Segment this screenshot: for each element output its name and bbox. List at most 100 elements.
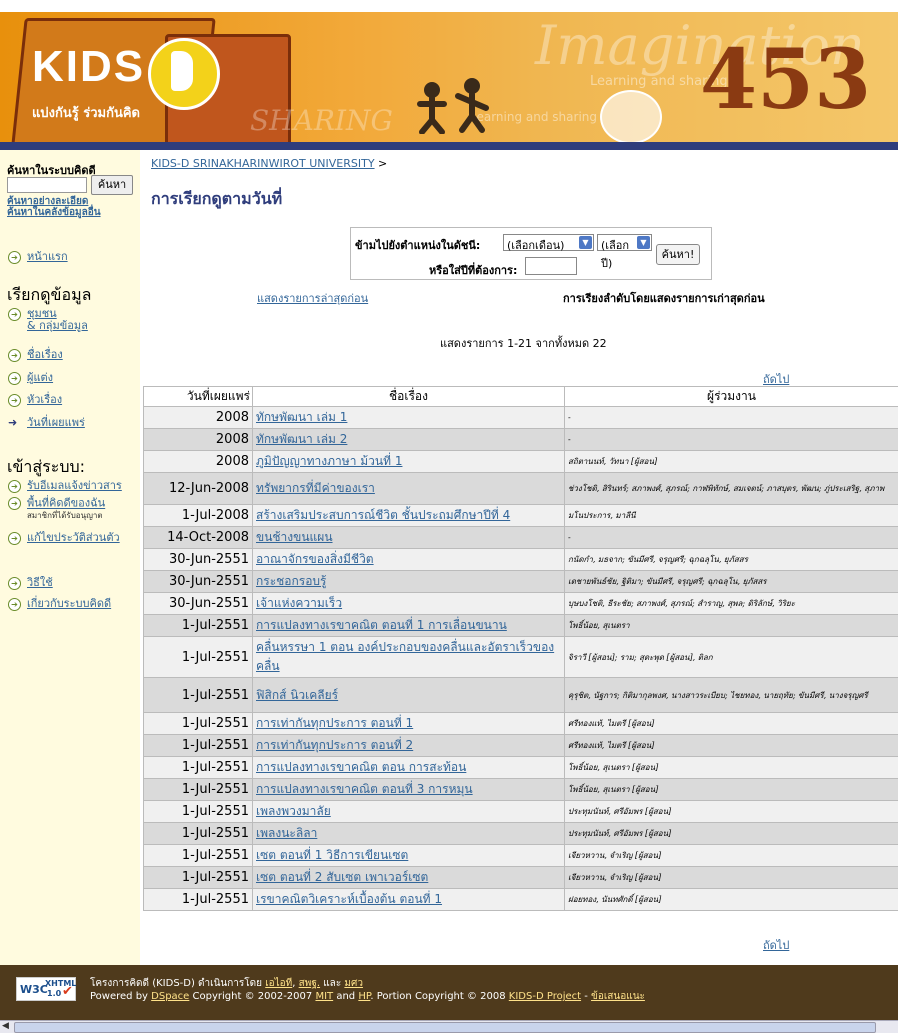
- item-title-link[interactable]: ทรัพยากรที่มีค่าของเรา: [256, 481, 375, 495]
- item-title-link[interactable]: เพลงนะลิลา: [256, 826, 317, 840]
- sidebar-myspace-link[interactable]: พื้นที่คิดดีของฉัน: [27, 497, 105, 510]
- sidebar-alerts-link[interactable]: รับอีเมลแจ้งข่าวสาร: [27, 479, 122, 492]
- sidebar-item-profile[interactable]: ➔ แก้ไขประวัติส่วนตัว: [8, 528, 120, 546]
- month-select[interactable]: (เลือกเดือน) ▼: [503, 234, 594, 251]
- sidebar-help-link[interactable]: วิธีใช้: [27, 576, 53, 589]
- item-title-link[interactable]: การแปลงทางเรขาคณิต ตอนที่ 3 การหมุน: [256, 782, 473, 796]
- sidebar-item-titles[interactable]: ➔ชื่อเรื่อง: [8, 345, 63, 363]
- sidebar-dates-link[interactable]: วันที่เผยแพร่: [27, 416, 85, 429]
- item-title-link[interactable]: การเท่ากันทุกประการ ตอนที่ 2: [256, 738, 413, 752]
- cell-contributors: ประทุมนันท์, ศรีอัมพร [ผู้สอน]: [565, 801, 898, 823]
- sidebar-communities-link-2[interactable]: & กลุ่มข้อมูล: [27, 319, 88, 332]
- item-title-link[interactable]: อาณาจักรของสิ่งมีชีวิต: [256, 552, 374, 566]
- footer-link-hp[interactable]: HP: [358, 991, 370, 1002]
- table-row: 1-Jul-2551การเท่ากันทุกประการ ตอนที่ 1ศร…: [144, 713, 898, 735]
- table-row: 2008ภูมิปัญญาทางภาษา ม้วนที่ 1สถิตานนท์,…: [144, 451, 898, 473]
- col-header-contrib[interactable]: ผู้ร่วมงาน: [565, 387, 898, 407]
- item-title-link[interactable]: การแปลงทางเรขาคณิต ตอนที่ 1 การเลื่อนขนา…: [256, 618, 507, 632]
- jump-label: ข้ามไปยังตำแหน่งในดัชนี:: [355, 236, 480, 254]
- breadcrumb-link[interactable]: KIDS-D SRINAKHARINWIROT UNIVERSITY: [151, 157, 375, 170]
- sidebar-authors-link[interactable]: ผู้แต่ง: [27, 371, 53, 384]
- item-title-link[interactable]: เพลงพวงมาลัย: [256, 804, 331, 818]
- item-title-link[interactable]: คลื่นหรรษา 1 ตอน องค์ประกอบของคลื่นและอั…: [256, 640, 554, 673]
- cell-contributors: ศรีทองแท้, ไมตรี [ผู้สอน]: [565, 713, 898, 735]
- sidebar-profile-link[interactable]: แก้ไขประวัติส่วนตัว: [27, 531, 120, 544]
- sidebar-titles-link[interactable]: ชื่อเรื่อง: [27, 348, 63, 361]
- footer-link-feedback[interactable]: ข้อเสนอแนะ: [591, 991, 645, 1002]
- item-title-link[interactable]: เซต ตอนที่ 1 วิธีการเขียนเซต: [256, 848, 408, 862]
- footer-link-dspace[interactable]: DSpace: [151, 991, 189, 1002]
- item-title-link[interactable]: ขนช้างขนแผน: [256, 530, 333, 544]
- cell-contributors: มโนประการ, มาลีนี: [565, 505, 898, 527]
- cell-title: เรขาคณิตวิเคราะห์เบื้องต้น ตอนที่ 1: [253, 889, 565, 911]
- sidebar-item-communities[interactable]: ➔ชุมชน& กลุ่มข้อมูล: [8, 308, 88, 332]
- item-title-link[interactable]: เจ้าแห่งความเร็ว: [256, 596, 342, 610]
- col-header-title[interactable]: ชื่อเรื่อง: [253, 387, 565, 407]
- table-row: 30-Jun-2551เจ้าแห่งความเร็วบุษบงโชติ, ธี…: [144, 593, 898, 615]
- table-row: 1-Jul-2551เซต ตอนที่ 1 วิธีการเขียนเซตเจ…: [144, 845, 898, 867]
- item-title-link[interactable]: ฟิสิกส์ นิวเคลียร์: [256, 688, 338, 702]
- sidebar-item-alerts[interactable]: ➔รับอีเมลแจ้งข่าวสาร: [8, 476, 122, 494]
- horizontal-scrollbar[interactable]: ◀: [0, 1020, 898, 1033]
- next-page-link-bottom[interactable]: ถัดไป: [763, 936, 789, 954]
- site-banner[interactable]: KIDS แบ่งกันรู้ ร่วมกันคิด Imagination L…: [0, 12, 898, 142]
- sidebar-item-myspace[interactable]: ➔พื้นที่คิดดีของฉัน สมาชิกที่ได้รับอนุญา…: [8, 497, 105, 522]
- sidebar-home-link[interactable]: หน้าแรก: [27, 250, 68, 263]
- arrow-circle-icon: ➔: [8, 532, 21, 545]
- sidebar-item-dates[interactable]: ➜วันที่เผยแพร่: [8, 413, 85, 431]
- arrow-circle-icon: ➔: [8, 497, 21, 510]
- go-button[interactable]: ค้นหา!: [656, 244, 700, 265]
- col-header-date[interactable]: วันที่เผยแพร่: [144, 387, 253, 407]
- item-title-link[interactable]: เรขาคณิตวิเคราะห์เบื้องต้น ตอนที่ 1: [256, 892, 442, 906]
- year-select-value: (เลือกปี): [601, 239, 629, 270]
- year-input[interactable]: [525, 257, 577, 275]
- footer-link-ait[interactable]: เอไอที: [265, 978, 292, 989]
- sidebar-item-home[interactable]: ➔ หน้าแรก: [8, 247, 68, 265]
- latest-first-link[interactable]: แสดงรายการล่าสุดก่อน: [257, 289, 368, 307]
- item-title-link[interactable]: สร้างเสริมประสบการณ์ชีวิต ชั้นประถมศึกษา…: [256, 508, 510, 522]
- sidebar-search-button[interactable]: ค้นหา: [91, 175, 133, 195]
- w3c-xhtml-badge[interactable]: W3C XHTML 1.0 ✔: [16, 977, 76, 1001]
- footer-link-mit[interactable]: MIT: [315, 991, 333, 1002]
- scrollbar-thumb[interactable]: [14, 1022, 876, 1033]
- sidebar-item-about[interactable]: ➔เกี่ยวกับระบบคิดดี: [8, 594, 111, 612]
- logo-d-circle: [148, 38, 220, 110]
- sidebar-subjects-link[interactable]: หัวเรื่อง: [27, 393, 62, 406]
- cell-contributors: โพธิ์น้อย, สุเนตรา: [565, 615, 898, 637]
- cell-title: เซต ตอนที่ 2 สับเซต เพาเวอร์เซต: [253, 867, 565, 889]
- year-input-label: หรือใส่ปีที่ต้องการ:: [429, 261, 517, 279]
- advanced-search-link[interactable]: ค้นหาอย่างละเอียด: [7, 196, 88, 207]
- cell-contributors: โพธิ์น้อย, สุเนตรา [ผู้สอน]: [565, 779, 898, 801]
- sidebar-about-link[interactable]: เกี่ยวกับระบบคิดดี: [27, 597, 111, 610]
- item-title-link[interactable]: เซต ตอนที่ 2 สับเซต เพาเวอร์เซต: [256, 870, 428, 884]
- search-archive-link[interactable]: ค้นหาในคลังข้อมูลอื่น: [7, 207, 101, 218]
- arrow-circle-icon: ➔: [8, 577, 21, 590]
- footer-link-swu[interactable]: มศว: [344, 978, 363, 989]
- cell-title: ทรัพยากรที่มีค่าของเรา: [253, 473, 565, 505]
- footer-dash: -: [584, 991, 588, 1002]
- cell-title: ขนช้างขนแผน: [253, 527, 565, 549]
- sidebar-search-input[interactable]: [7, 177, 87, 193]
- footer-link-obec[interactable]: สพฐ.: [299, 978, 320, 989]
- cell-date: 1-Jul-2551: [144, 735, 253, 757]
- item-title-link[interactable]: กระชอกรอบรู้: [256, 574, 327, 588]
- item-title-link[interactable]: ทักษพัฒนา เล่ม 2: [256, 432, 347, 446]
- table-row: 1-Jul-2551การเท่ากันทุกประการ ตอนที่ 2ศร…: [144, 735, 898, 757]
- site-logo-text: KIDS: [32, 42, 145, 92]
- cell-date: 2008: [144, 451, 253, 473]
- arrow-circle-icon: ➔: [8, 251, 21, 264]
- year-select[interactable]: (เลือกปี) ▼: [597, 234, 652, 251]
- table-row: 14-Oct-2008ขนช้างขนแผน-: [144, 527, 898, 549]
- item-title-link[interactable]: การแปลงทางเรขาคณิต ตอน การสะท้อน: [256, 760, 466, 774]
- item-title-link[interactable]: ทักษพัฒนา เล่ม 1: [256, 410, 347, 424]
- sidebar-item-help[interactable]: ➔ วิธีใช้: [8, 573, 53, 591]
- item-title-link[interactable]: การเท่ากันทุกประการ ตอนที่ 1: [256, 716, 413, 730]
- footer-link-kidsd[interactable]: KIDS-D Project: [509, 991, 581, 1002]
- table-row: 30-Jun-2551กระชอกรอบรู้เดชายพันธ์ชัย, ฐิ…: [144, 571, 898, 593]
- sidebar-item-authors[interactable]: ➔ผู้แต่ง: [8, 368, 53, 386]
- table-header-row: วันที่เผยแพร่ ชื่อเรื่อง ผู้ร่วมงาน: [144, 387, 898, 407]
- cell-contributors: เจียวหวาน, จำเริญ [ผู้สอน]: [565, 867, 898, 889]
- item-title-link[interactable]: ภูมิปัญญาทางภาษา ม้วนที่ 1: [256, 454, 402, 468]
- scroll-left-icon[interactable]: ◀: [2, 1021, 12, 1032]
- sidebar-item-subjects[interactable]: ➔หัวเรื่อง: [8, 390, 62, 408]
